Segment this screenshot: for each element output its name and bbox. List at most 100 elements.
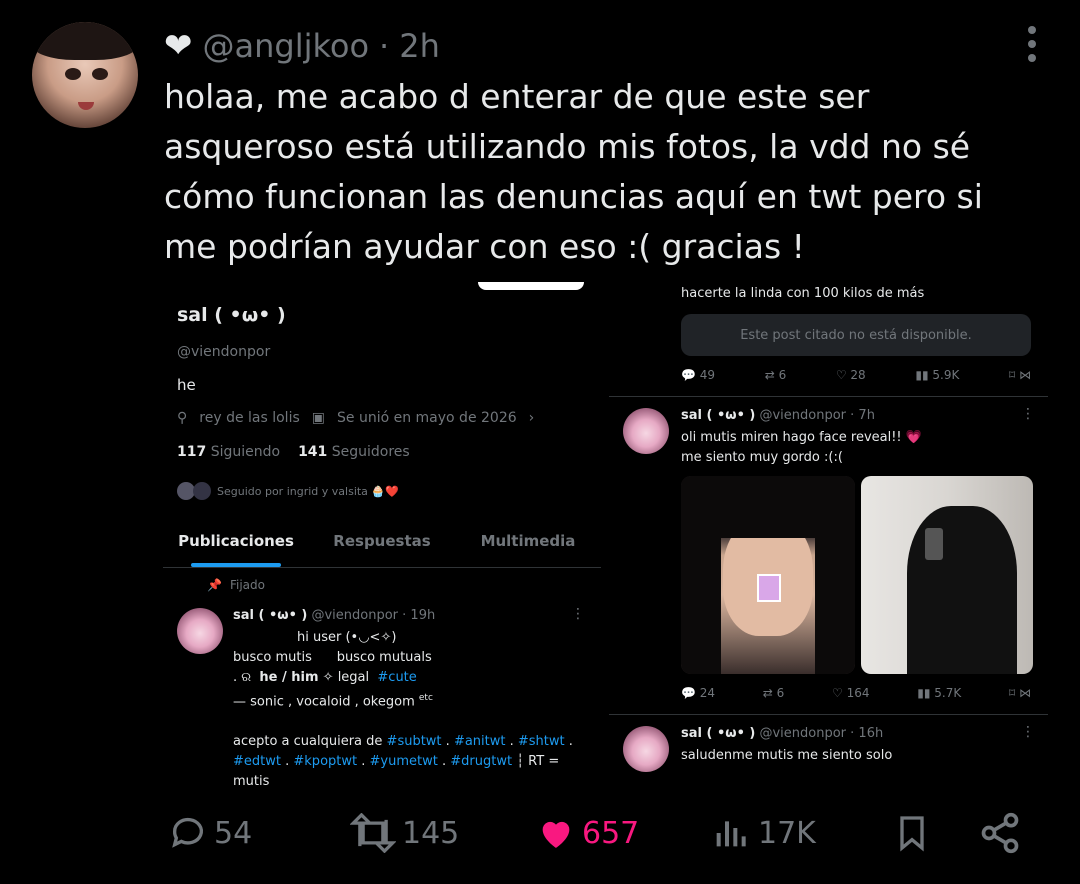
profile-location: rey de las lolis [199,410,300,426]
post2-views: 5.7K [934,686,962,700]
profile-joined: Se unió en mayo de 2026 [337,410,517,426]
avatar-hair [32,22,138,60]
photo-sticker [757,574,781,602]
like-button[interactable]: 657 [536,806,639,860]
location-icon: ⚲ [177,410,188,426]
attached-screenshot[interactable]: sal ( •ω• ) @viendonpor he ⚲ rey de las … [163,270,1048,790]
reply-count: 54 [214,815,253,851]
profile-bio: he [177,376,196,394]
post2-body: oli mutis miren hago face reveal!! 💗 me … [681,428,922,468]
pinned-line2b: busco mutuals [336,650,432,665]
tweet-actions: 54 145 657 17K [164,806,1034,860]
post2-line1: oli mutis miren hago face reveal!! 💗 [681,430,922,445]
hashtag: #subtwt [386,734,442,750]
tab-publicaciones: Publicaciones [163,528,309,567]
post1-actions: 💬 49 ⇄ 6 ♡ 28 ▮▮ 5.9K ⌑ ⋈ [681,368,1031,382]
pin-icon: 📌 [207,578,222,592]
post-more-icon: ⋮ [1021,406,1035,422]
pinned-hashtag: #cute [377,670,417,685]
heart-decoration-icon: ❤︎ [164,26,193,66]
pinned-line7: mutis [233,774,270,790]
face-reveal-photo-2 [861,476,1033,674]
post3-name: sal ( •ω• ) [681,726,756,741]
hashtag: #shtwt [517,734,565,750]
follower-avatar [193,482,211,500]
author-avatar[interactable] [32,22,138,128]
post-more-icon: ⋮ [571,606,585,622]
following-label: Siguiendo [210,444,281,460]
pinned-post-name: sal ( •ω• ) [233,608,308,623]
like-count: ♡ 164 [832,686,870,700]
post1-retweets: 6 [778,368,787,382]
bookmark-icon: ⌑ ⋈ [1008,686,1031,700]
tweet-time[interactable]: 2h [399,27,440,65]
reply-count: 💬 49 [681,368,716,382]
post1-replies: 49 [699,368,716,382]
pinned-post-header: sal ( •ω• ) @viendonpor · 19h [233,608,435,623]
calendar-icon: ▣ [311,410,325,426]
views-button[interactable]: 17K [712,806,816,860]
reply-count: 💬 24 [681,686,716,700]
reply-icon [172,817,203,848]
post2-line2: me siento muy gordo :(:( [681,450,843,465]
retweet-count: ⇄ 6 [764,368,787,382]
pinned-line4-text: — sonic , vocaloid , okegom [233,694,415,710]
pinned-post-body: hi user (•◡<✧) busco mutis busco mutuals… [233,628,593,790]
pinned-line6: #edtwt . #kpoptwt . #yumetwt . #drugtwt … [233,754,560,770]
post3-header: sal ( •ω• ) @viendonpor · 16h [681,726,883,741]
hashtag: #drugtwt [450,754,513,770]
views-icon [716,821,746,847]
views-count: ▮▮ 5.9K [915,368,960,382]
reply-button[interactable]: 54 [168,806,252,860]
post-more-icon: ⋮ [1021,724,1035,740]
post-avatar [177,608,223,654]
post3-body: saludenme mutis me siento solo [681,748,893,763]
post1-likes: 28 [850,368,866,382]
pinned-line2: busco mutis busco mutuals [233,648,593,668]
post-avatar [623,726,669,772]
tweet-header: ❤︎ @angljkoo · 2h [164,24,440,68]
retweet-count: 145 [402,815,460,851]
share-icon [981,812,1019,854]
divider [609,714,1048,715]
followed-by-text: Seguido por ingrid y valsita 🧁❤️ [217,484,399,498]
post3-meta: @viendonpor · 16h [759,726,884,741]
photo-bangs [719,476,817,538]
post2-replies: 24 [699,686,716,700]
pinned-label: 📌 Fijado [207,578,265,592]
separator-dot: · [379,27,390,65]
tab-multimedia: Multimedia [480,532,576,550]
retweet-count: ⇄ 6 [762,686,785,700]
author-handle[interactable]: @angljkoo [203,27,370,65]
post2-name: sal ( •ω• ) [681,408,756,423]
followers-label: Seguidores [331,444,410,460]
chevron-right-icon: › [528,410,535,426]
tweet-text: holaa, me acabo d enterar de que este se… [164,77,983,266]
post2-likes: 164 [846,686,870,700]
tab-respuestas: Respuestas [333,532,431,550]
followed-by: Seguido por ingrid y valsita 🧁❤️ [177,482,399,500]
photo-phone [925,528,943,560]
share-button[interactable] [978,806,1022,860]
edit-profile-button-edge [478,282,584,290]
pinned-spacer [233,712,593,732]
views-count: ▮▮ 5.7K [917,686,962,700]
retweet-icon [350,813,396,853]
bookmark-button[interactable] [892,806,932,860]
bookmark-icon: ⌑ ⋈ [1008,368,1031,382]
more-options-icon[interactable] [1028,26,1038,62]
pinned-line4-sup: etc [418,693,433,703]
feed-panel: hacerte la linda con 100 kilos de más Es… [609,270,1048,790]
followers-count: 141 [298,444,328,460]
divider [609,396,1048,397]
post2-header: sal ( •ω• ) @viendonpor · 7h [681,408,875,423]
hashtag: #yumetwt [369,754,438,770]
retweet-button[interactable]: 145 [350,806,459,860]
pinned-line3c: ✧ legal [322,670,370,685]
post1-views: 5.9K [932,368,960,382]
post2-actions: 💬 24 ⇄ 6 ♡ 164 ▮▮ 5.7K ⌑ ⋈ [681,686,1031,700]
views-count: 17K [758,815,816,851]
pinned-rt: RT = [528,754,560,770]
profile-handle: @viendonpor [177,344,271,360]
pinned-line1: hi user (•◡<✧) [297,630,397,645]
